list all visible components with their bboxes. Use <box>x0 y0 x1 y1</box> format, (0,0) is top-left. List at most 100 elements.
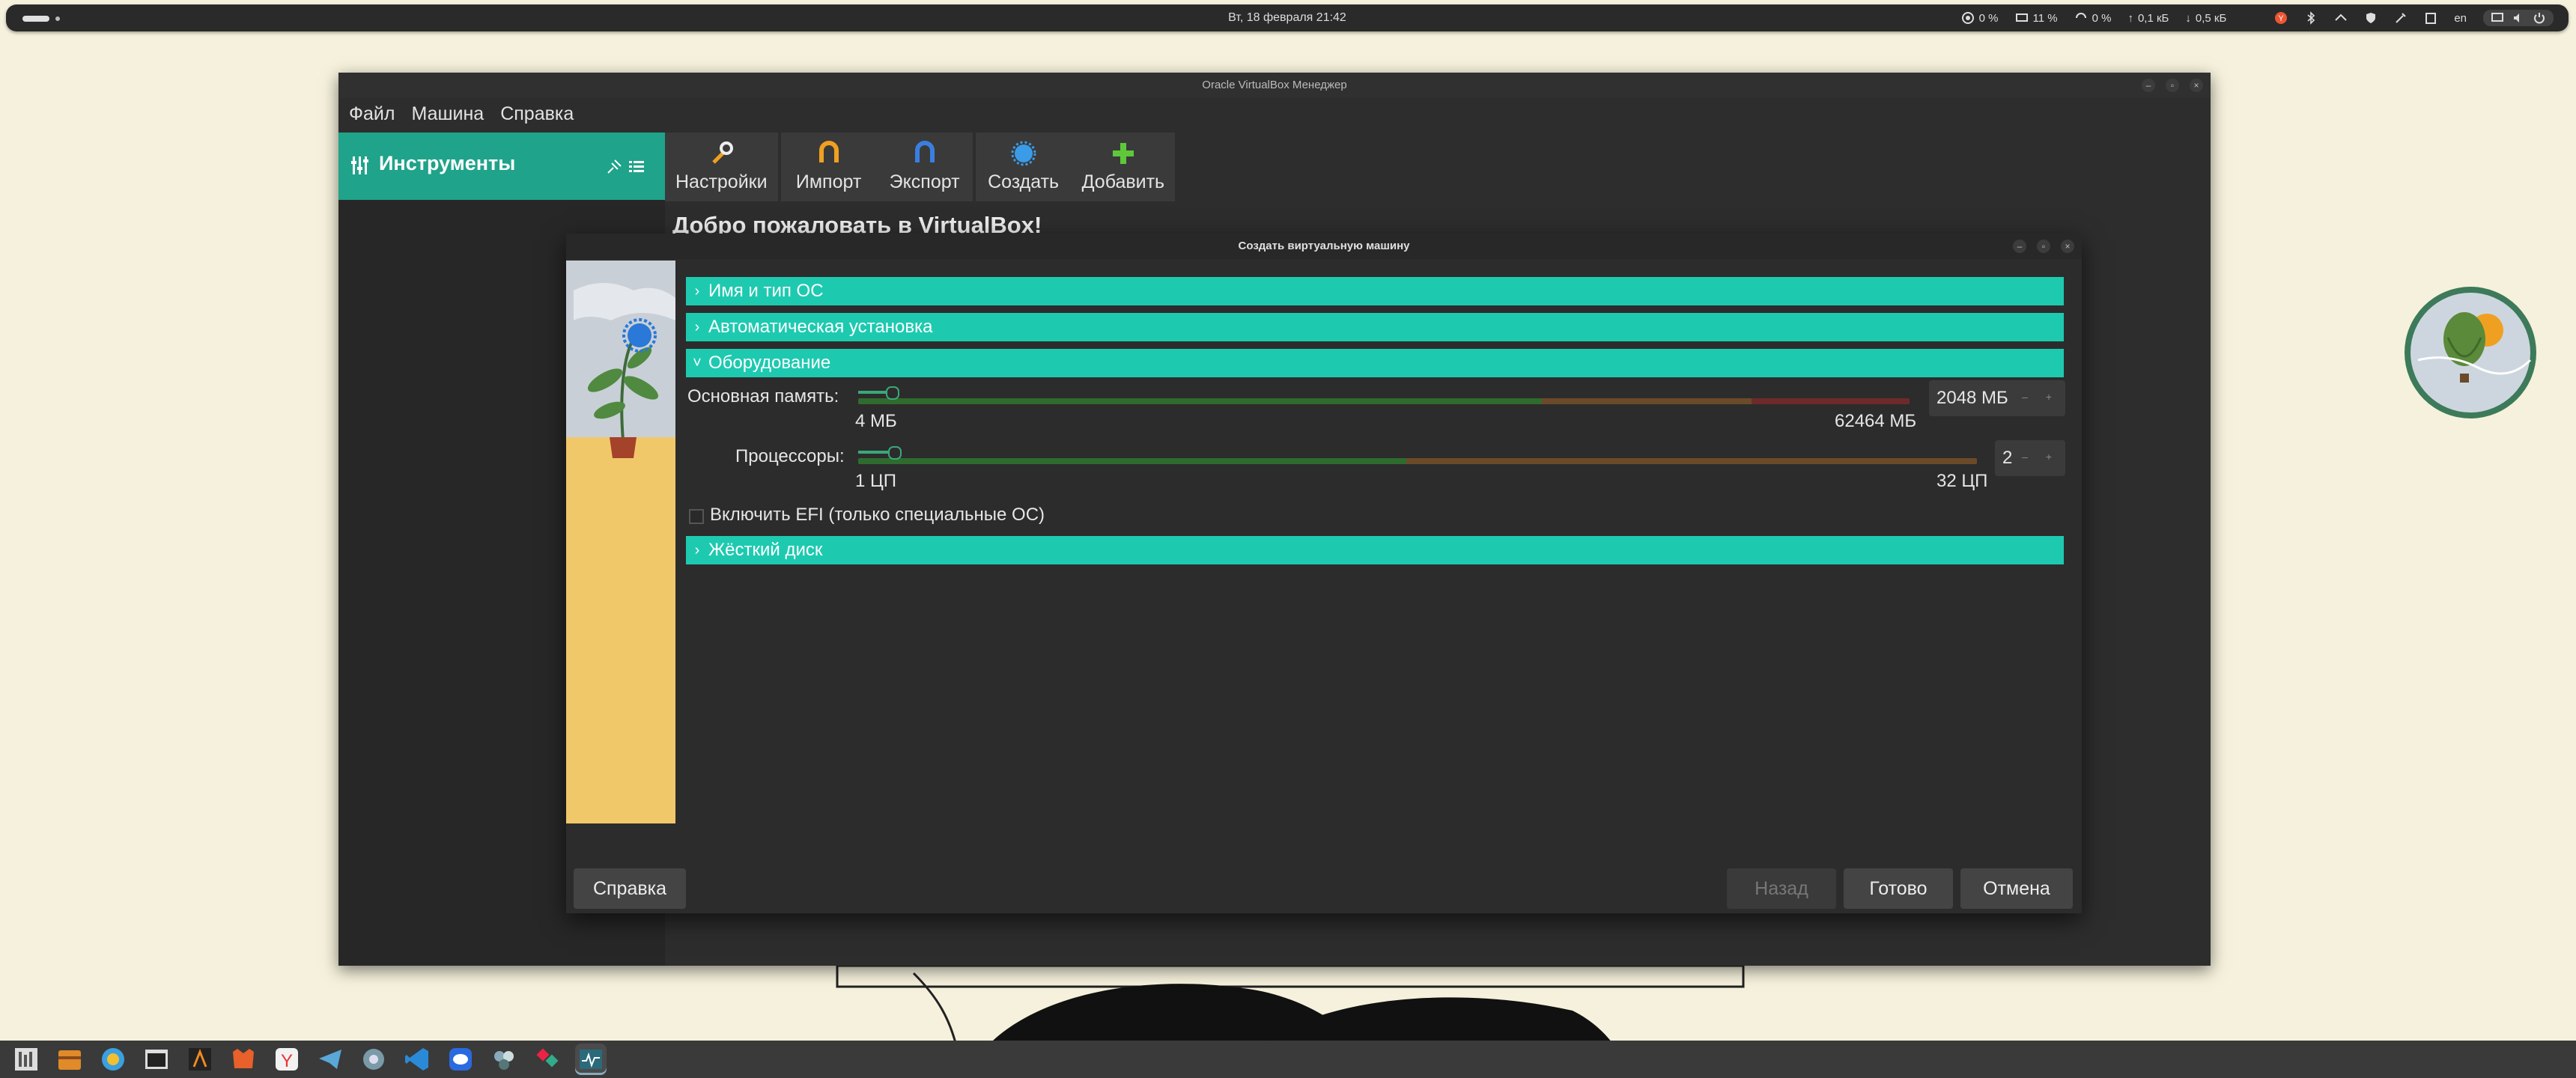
dock-yandex-browser[interactable]: Y <box>271 1044 303 1075</box>
export-label: Экспорт <box>889 171 960 192</box>
system-tray: 0 % 11 % 0 % ↑ 0,1 кБ ↓ 0,5 кБ Y en <box>1961 4 2554 31</box>
efi-checkbox[interactable] <box>689 509 704 524</box>
welcome-balloon-illustration <box>2405 287 2536 418</box>
export-button[interactable]: Экспорт <box>877 133 973 201</box>
dock-app3[interactable] <box>532 1044 563 1075</box>
swap-indicator[interactable]: 0 % <box>2074 11 2112 25</box>
cpu-max-label: 32 ЦП <box>1936 471 1988 491</box>
display-icon <box>2491 13 2503 22</box>
section-disk[interactable]: › Жёсткий диск <box>686 536 2064 564</box>
close-button[interactable]: × <box>2190 79 2203 92</box>
cpu-indicator[interactable]: 0 % <box>1961 11 1999 25</box>
help-button[interactable]: Справка <box>574 868 686 909</box>
clipboard-icon[interactable] <box>2424 11 2437 25</box>
tools-label: Инструменты <box>379 152 516 174</box>
spin-arrows-icon[interactable]: – + <box>2022 451 2059 463</box>
chevron-right-icon: › <box>694 282 700 299</box>
list-menu-icon[interactable] <box>628 158 645 176</box>
memory-slider-handle[interactable] <box>885 386 899 400</box>
maximize-button[interactable]: ▫ <box>2166 79 2179 92</box>
upload-value: 0,1 кБ <box>2137 11 2169 25</box>
add-label: Добавить <box>1081 171 1165 192</box>
color-picker-icon[interactable] <box>2394 11 2408 25</box>
mem-indicator[interactable]: 11 % <box>2015 11 2058 25</box>
bluetooth-icon[interactable] <box>2304 11 2318 25</box>
menu-machine[interactable]: Машина <box>411 103 484 125</box>
export-icon <box>914 141 935 162</box>
dock-browser[interactable] <box>97 1044 129 1075</box>
dock-files[interactable] <box>10 1044 42 1075</box>
memory-value: 2048 МБ <box>1936 388 2008 408</box>
section-disk-label: Жёсткий диск <box>708 540 823 560</box>
settings-button[interactable]: Настройки <box>665 133 778 201</box>
dialog-titlebar[interactable]: Создать виртуальную машину – ▫ × <box>566 234 2082 259</box>
create-icon <box>1011 141 1036 166</box>
cpu-slider-handle[interactable] <box>887 446 902 460</box>
memory-spinbox[interactable]: 2048 МБ – + <box>1929 380 2065 416</box>
memory-min-label: 4 МБ <box>855 411 897 431</box>
mem-value: 11 % <box>2032 11 2058 25</box>
dock-archive[interactable] <box>54 1044 85 1075</box>
cancel-button[interactable]: Отмена <box>1960 868 2073 909</box>
dock: Y <box>0 1041 2576 1078</box>
memory-slider-track[interactable] <box>858 398 1910 404</box>
memory-range-danger <box>1752 398 1910 404</box>
titlebar[interactable]: Oracle VirtualBox Менеджер – ▫ × <box>338 73 2211 98</box>
network-icon[interactable] <box>2334 11 2348 25</box>
keyboard-layout[interactable]: en <box>2454 12 2467 25</box>
dialog-minimize-button[interactable]: – <box>2013 240 2026 253</box>
tools-icon <box>351 156 368 174</box>
shield-icon[interactable] <box>2364 11 2378 25</box>
import-icon <box>818 141 839 162</box>
files-icon <box>15 1048 37 1071</box>
pin-icon[interactable] <box>605 158 623 176</box>
cpu-min-label: 1 ЦП <box>855 471 897 491</box>
dock-telegram[interactable] <box>315 1044 346 1075</box>
dock-app2[interactable] <box>488 1044 520 1075</box>
dock-code-editor[interactable] <box>184 1044 216 1075</box>
section-hardware[interactable]: ˅ Оборудование <box>686 349 2064 377</box>
swap-value: 0 % <box>2092 11 2112 25</box>
spin-arrows-icon[interactable]: – + <box>2022 391 2059 403</box>
dock-system-monitor[interactable] <box>575 1044 607 1075</box>
system-menu[interactable] <box>2483 10 2554 26</box>
add-icon <box>1112 143 1134 164</box>
dock-terminal[interactable] <box>141 1044 172 1075</box>
yandex-icon[interactable]: Y <box>2274 11 2288 25</box>
download-indicator[interactable]: ↓ 0,5 кБ <box>2185 12 2226 25</box>
svg-text:Y: Y <box>281 1051 293 1071</box>
arrow-up-icon: ↑ <box>2127 11 2133 25</box>
create-vm-dialog: Создать виртуальную машину – ▫ × › Имя и… <box>566 234 2082 913</box>
section-unattended-label: Автоматическая установка <box>708 317 933 337</box>
menu-help[interactable]: Справка <box>500 103 574 125</box>
finish-button[interactable]: Готово <box>1844 868 1953 909</box>
minimize-button[interactable]: – <box>2142 79 2155 92</box>
cpu-spinbox[interactable]: 2 – + <box>1995 440 2065 476</box>
dock-vscode[interactable] <box>401 1044 433 1075</box>
chevron-down-icon: ˅ <box>693 354 702 371</box>
volume-icon <box>2514 13 2519 22</box>
dialog-maximize-button[interactable]: ▫ <box>2037 240 2050 253</box>
memory-label: Основная память: <box>687 386 839 406</box>
dock-firefox[interactable] <box>228 1044 259 1075</box>
dialog-close-button[interactable]: × <box>2061 240 2074 253</box>
dock-messenger[interactable] <box>445 1044 476 1075</box>
add-button[interactable]: Добавить <box>1072 133 1176 201</box>
section-hardware-label: Оборудование <box>708 353 831 373</box>
efi-label[interactable]: Включить EFI (только специальные ОС) <box>710 505 1045 526</box>
section-name-os[interactable]: › Имя и тип ОС <box>686 277 2064 305</box>
back-button[interactable]: Назад <box>1727 868 1836 909</box>
import-button[interactable]: Импорт <box>781 133 877 201</box>
swap-icon <box>2075 13 2086 19</box>
dock-app[interactable] <box>358 1044 389 1075</box>
yandex-browser-icon: Y <box>276 1048 298 1071</box>
section-name-os-label: Имя и тип ОС <box>708 281 824 301</box>
cpu-slider-track[interactable] <box>858 458 1977 464</box>
wizard-plant-illustration <box>566 261 675 823</box>
tools-item[interactable]: Инструменты <box>338 133 665 200</box>
section-unattended[interactable]: › Автоматическая установка <box>686 313 2064 341</box>
menu-file[interactable]: Файл <box>349 103 395 125</box>
create-button[interactable]: Создать <box>976 133 1072 201</box>
power-icon <box>2534 13 2545 24</box>
upload-indicator[interactable]: ↑ 0,1 кБ <box>2127 12 2169 25</box>
